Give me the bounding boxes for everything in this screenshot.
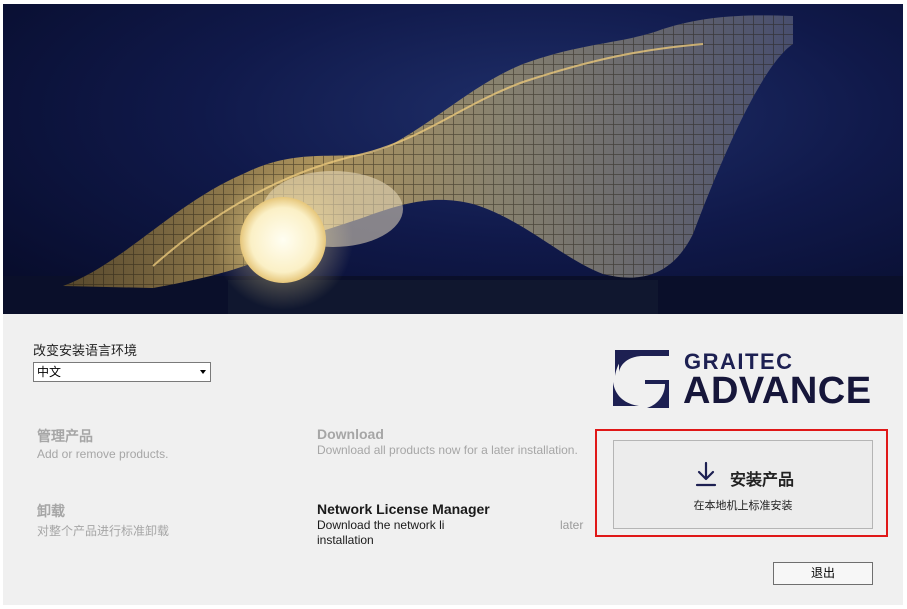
chevron-down-icon: [200, 370, 206, 374]
uninstall-title: 卸载: [37, 503, 65, 519]
manage-products-desc: Add or remove products.: [37, 447, 169, 461]
download-icon: [695, 461, 717, 487]
logo-advance-text: ADVANCE: [683, 370, 872, 412]
uninstall-option[interactable]: 卸载 对整个产品进行标准卸载: [37, 501, 169, 539]
uninstall-desc: 对整个产品进行标准卸载: [37, 524, 170, 538]
manage-products-option[interactable]: 管理产品 Add or remove products.: [37, 426, 168, 461]
language-label: 改变安装语言环境: [33, 343, 138, 358]
manage-products-title: 管理产品: [37, 428, 93, 444]
graitec-advance-logo: GRAITEC ADVANCE: [613, 349, 875, 412]
download-option[interactable]: Download Download all products now for a…: [317, 426, 578, 457]
exit-button[interactable]: 退出: [773, 562, 873, 585]
install-product-subtitle: 在本地机上标准安装: [693, 500, 793, 512]
language-dropdown[interactable]: 中文: [33, 362, 211, 382]
hero-banner: [3, 4, 903, 314]
download-desc: Download all products now for a later in…: [317, 443, 578, 457]
nlm-desc-line2: installation: [317, 533, 374, 547]
language-selected-value: 中文: [37, 365, 62, 379]
download-title: Download: [317, 426, 384, 442]
install-product-title: 安装产品: [730, 472, 795, 489]
architecture-image: [3, 15, 903, 314]
nlm-desc-line1: Download the network li: [317, 518, 445, 532]
install-product-button[interactable]: 安装产品 在本地机上标准安装: [613, 440, 873, 529]
nlm-desc-line1-tail: later: [560, 518, 584, 532]
nlm-title: Network License Manager: [317, 501, 490, 517]
network-license-manager-option[interactable]: Network License Manager Download the net…: [317, 501, 587, 547]
graitec-logo-mark: [613, 350, 669, 408]
installer-window: 改变安装语言环境 中文 管理产品 Add or remove products.…: [3, 4, 903, 605]
